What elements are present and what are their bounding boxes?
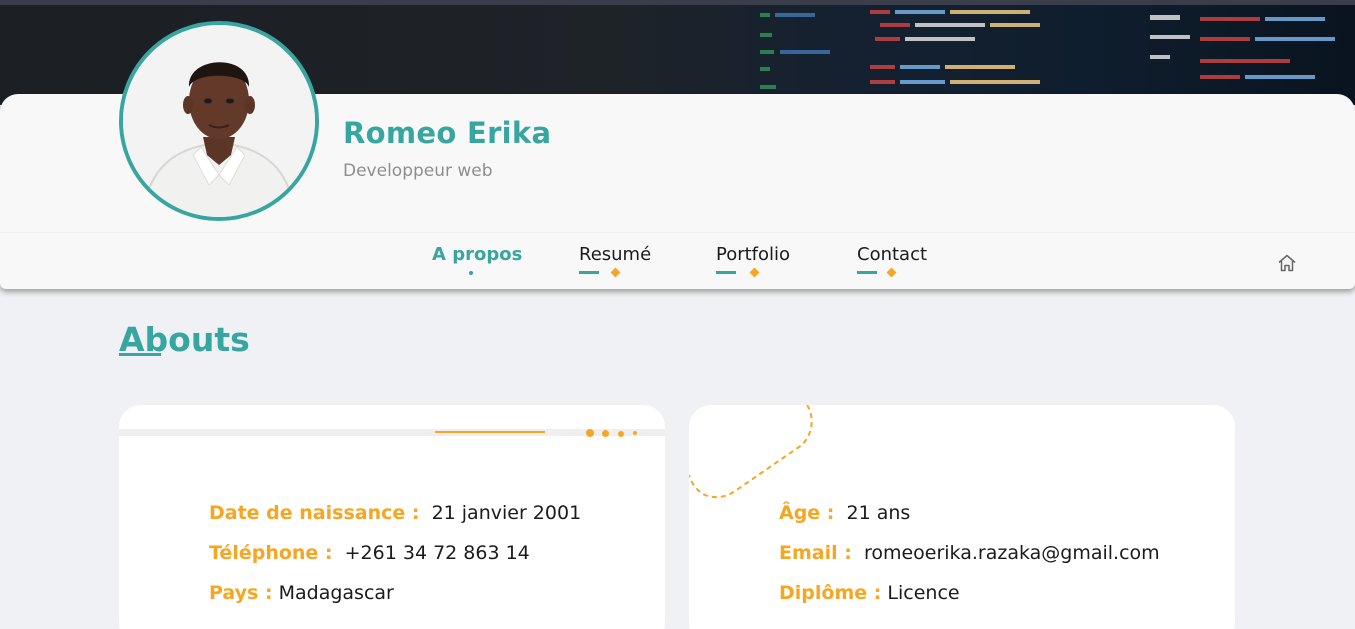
info-row-email: Email : romeoerika.razaka@gmail.com (779, 542, 1160, 564)
profile-role: Developpeur web (343, 161, 493, 181)
card-band (119, 429, 665, 436)
info-label: Diplôme : (779, 582, 882, 604)
nav-item-resume[interactable]: Resumé (579, 244, 651, 265)
info-value: Madagascar (278, 582, 394, 604)
info-label: Email : (779, 542, 852, 564)
card-decor-dot (602, 430, 609, 437)
card-decor-dot (633, 431, 637, 435)
info-value[interactable]: romeoerika.razaka@gmail.com (864, 542, 1160, 564)
profile-name: Romeo Erika (343, 116, 552, 150)
nav-active-dot (469, 271, 473, 275)
nav-divider (0, 232, 1355, 233)
card-decor-dashed-shape (689, 405, 813, 499)
info-label: Pays : (209, 582, 273, 604)
nav-underline (857, 271, 877, 274)
info-card-right: Âge : 21 ans Email : romeoerika.razaka@g… (689, 405, 1235, 629)
info-value: 21 janvier 2001 (431, 502, 582, 524)
home-icon (1278, 254, 1296, 272)
info-row-country: Pays : Madagascar (209, 582, 394, 604)
card-decor-dot (618, 431, 624, 437)
info-value: Licence (887, 582, 960, 604)
info-label: Âge : (779, 502, 835, 524)
card-accent-line (435, 431, 545, 433)
nav-underline (716, 271, 736, 274)
nav-item-portfolio[interactable]: Portfolio (716, 244, 790, 265)
home-button[interactable] (1277, 253, 1297, 277)
info-card-left: Date de naissance : 21 janvier 2001 Télé… (119, 405, 665, 629)
nav-underline (579, 271, 599, 274)
info-row-diploma: Diplôme : Licence (779, 582, 960, 604)
info-label: Téléphone : (209, 542, 333, 564)
section-title-underline (119, 353, 161, 356)
info-row-birthdate: Date de naissance : 21 janvier 2001 (209, 502, 581, 524)
info-row-age: Âge : 21 ans (779, 502, 910, 524)
info-label: Date de naissance : (209, 502, 420, 524)
profile-avatar (119, 21, 319, 221)
profile-photo (123, 25, 315, 217)
nav-item-contact[interactable]: Contact (857, 244, 927, 265)
nav-item-a-propos[interactable]: A propos (432, 244, 522, 265)
info-value: 21 ans (846, 502, 911, 524)
info-value: +261 34 72 863 14 (344, 542, 530, 564)
card-decor-dot (586, 429, 594, 437)
info-row-phone: Téléphone : +261 34 72 863 14 (209, 542, 530, 564)
